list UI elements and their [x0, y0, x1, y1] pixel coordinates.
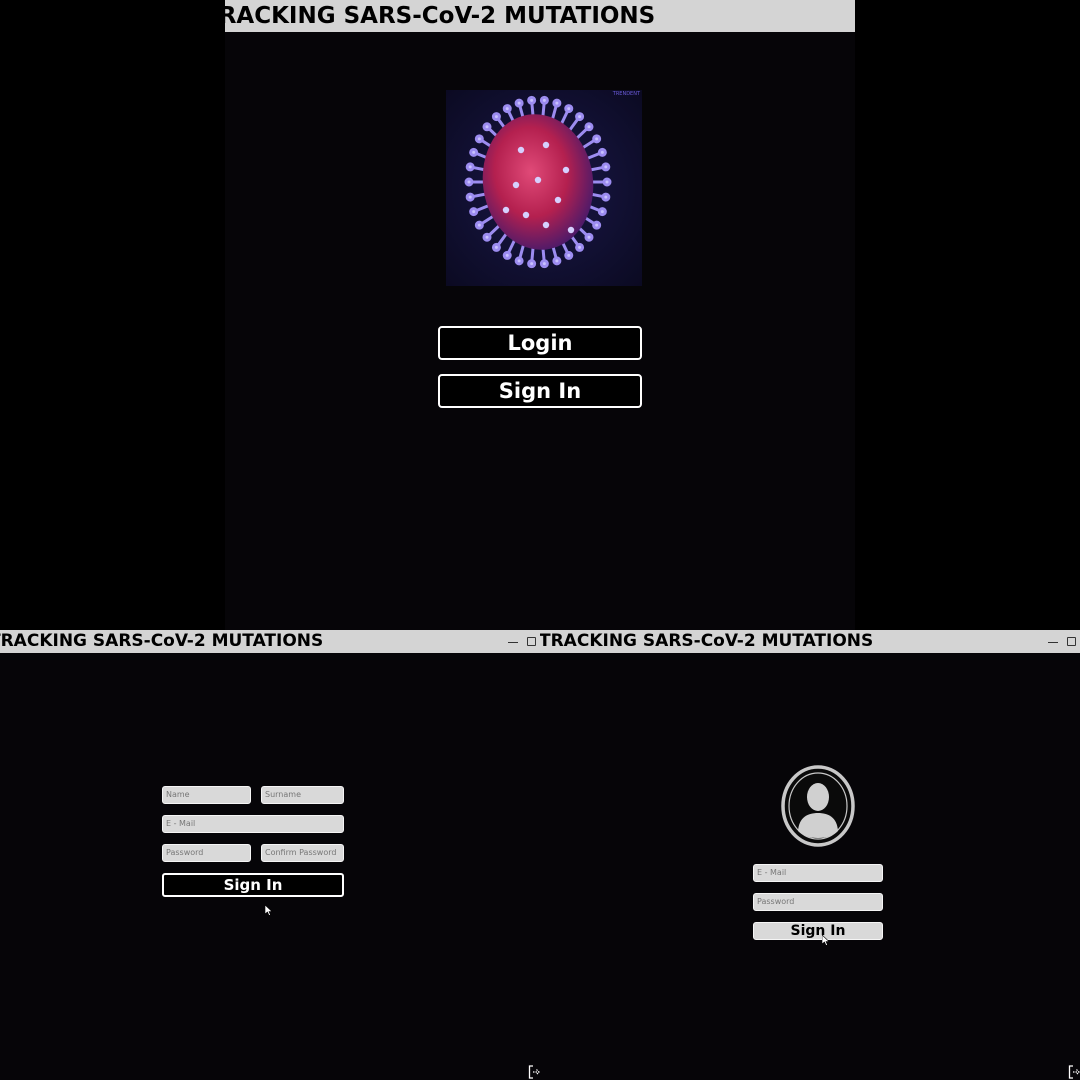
main-window-title: TRACKING SARS-CoV-2 MUTATIONS — [225, 3, 656, 29]
confirm-password-field[interactable]: Confirm Password — [261, 844, 344, 862]
password-field[interactable]: Password — [162, 844, 251, 862]
login-window-controls — [1048, 630, 1076, 653]
login-email-field[interactable]: E - Mail — [753, 864, 883, 882]
name-field[interactable]: Name — [162, 786, 251, 804]
login-button[interactable]: Login — [438, 326, 642, 360]
main-titlebar[interactable]: TRACKING SARS-CoV-2 MUTATIONS — [225, 0, 855, 32]
login-sign-in-button[interactable]: Sign In — [753, 922, 883, 940]
mouse-cursor-icon — [822, 935, 830, 946]
register-window: TRACKING SARS-CoV-2 MUTATIONS Name Surna… — [0, 630, 540, 1080]
register-window-controls — [508, 630, 536, 653]
login-window: TRACKING SARS-CoV-2 MUTATIONS E - Mail P… — [540, 630, 1080, 1080]
email-field[interactable]: E - Mail — [162, 815, 344, 833]
maximize-icon[interactable] — [1067, 637, 1076, 646]
mouse-cursor-icon — [265, 905, 273, 916]
register-titlebar[interactable]: TRACKING SARS-CoV-2 MUTATIONS — [0, 630, 540, 653]
maximize-icon[interactable] — [527, 637, 536, 646]
register-window-title: TRACKING SARS-CoV-2 MUTATIONS — [0, 631, 324, 651]
login-window-title: TRACKING SARS-CoV-2 MUTATIONS — [540, 631, 874, 651]
coronavirus-icon — [446, 90, 642, 286]
exit-icon[interactable] — [1068, 1065, 1080, 1079]
register-sign-in-button[interactable]: Sign In — [162, 873, 344, 897]
sign-in-button[interactable]: Sign In — [438, 374, 642, 408]
surname-field[interactable]: Surname — [261, 786, 344, 804]
exit-icon[interactable] — [528, 1065, 540, 1079]
main-window: TRACKING SARS-CoV-2 MUTATIONS TRENDENT L… — [225, 0, 855, 630]
minimize-icon[interactable] — [508, 637, 518, 647]
login-password-field[interactable]: Password — [753, 893, 883, 911]
coronavirus-image: TRENDENT — [446, 90, 642, 286]
minimize-icon[interactable] — [1048, 637, 1058, 647]
image-watermark: TRENDENT — [612, 91, 640, 97]
login-titlebar[interactable]: TRACKING SARS-CoV-2 MUTATIONS — [540, 630, 1080, 653]
user-avatar-icon — [781, 765, 855, 847]
